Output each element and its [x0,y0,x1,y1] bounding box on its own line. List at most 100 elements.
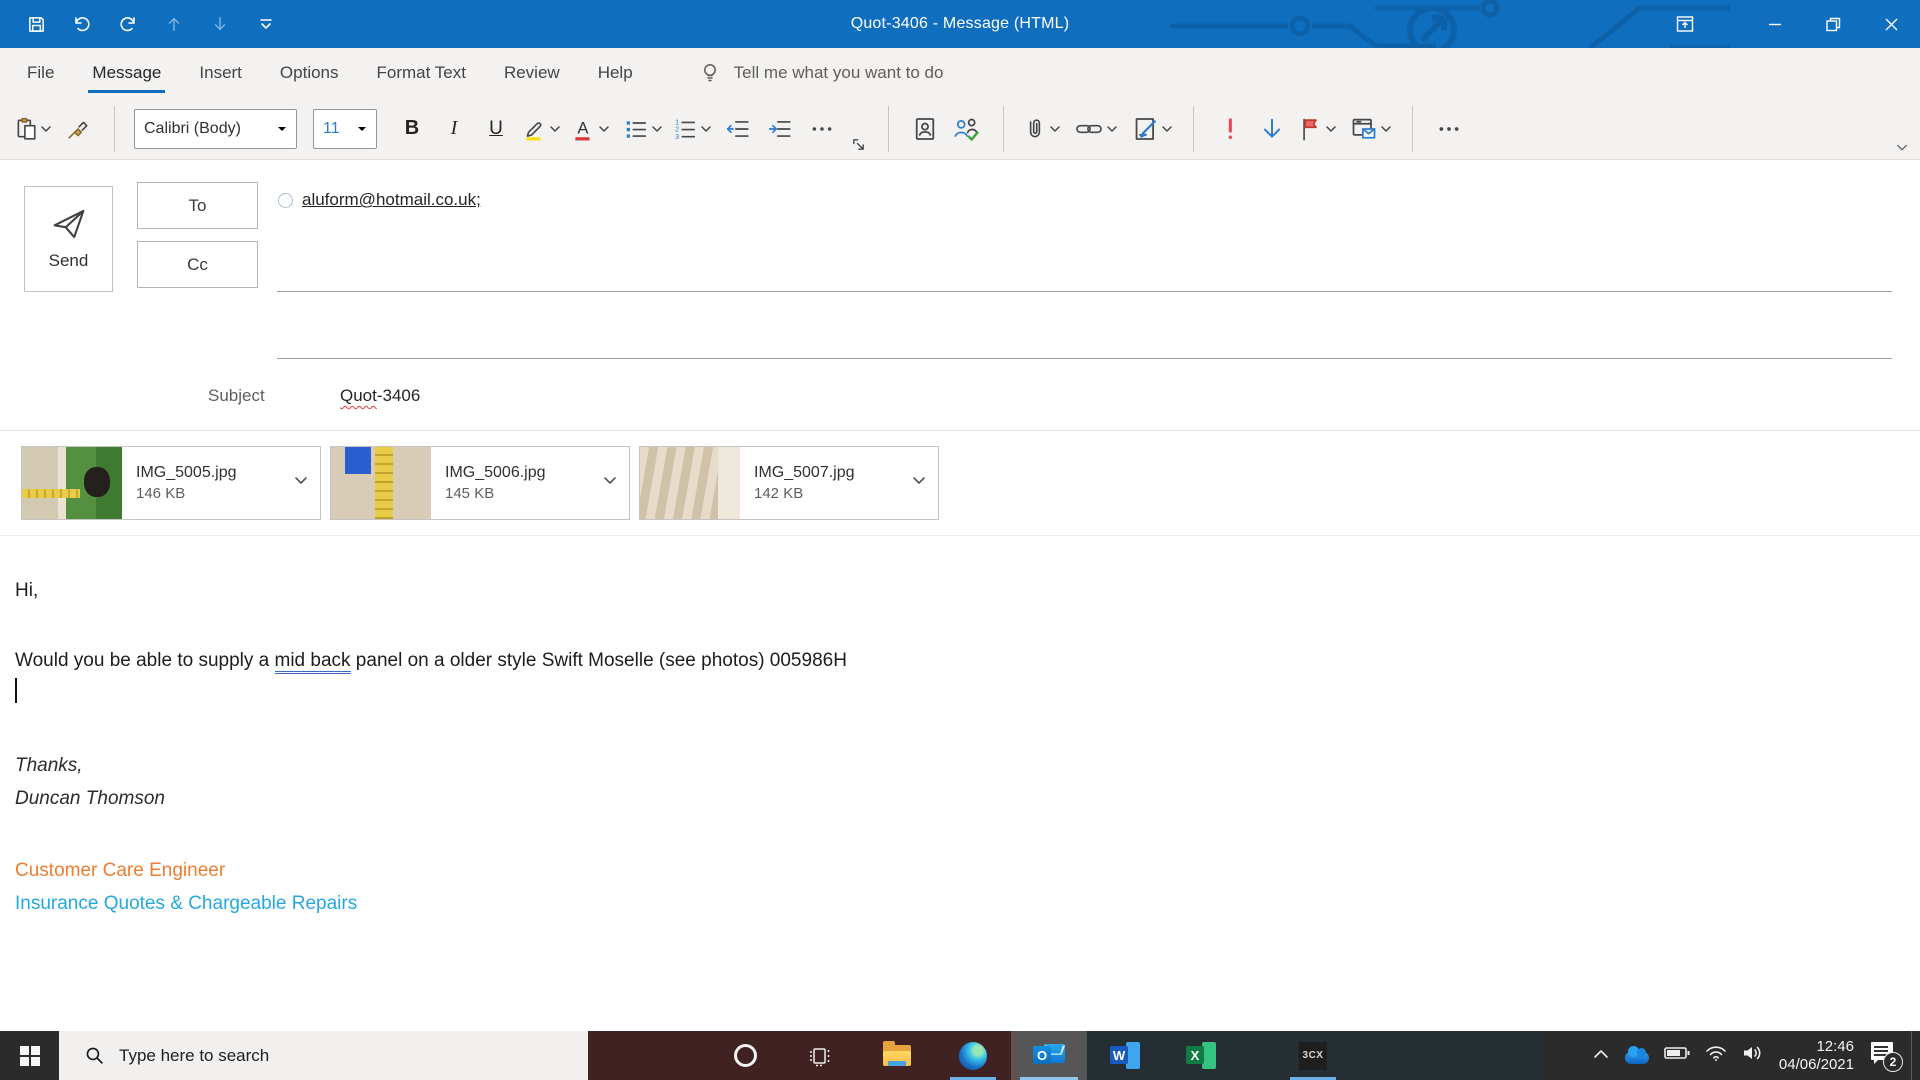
tab-help[interactable]: Help [579,48,652,98]
outlook-button[interactable]: O [1011,1031,1087,1080]
format-painter-icon[interactable] [61,107,95,151]
subject-field[interactable]: Quot-3406 [340,386,420,406]
bullets-button[interactable] [623,107,664,151]
attachment-name: IMG_5007.jpg [754,464,855,481]
low-importance-icon[interactable] [1255,107,1289,151]
tab-insert[interactable]: Insert [180,48,261,98]
close-icon[interactable] [1862,0,1920,48]
word-letter: W [1110,1046,1128,1064]
cc-button[interactable]: Cc [137,241,258,288]
ribbon-display-options-icon[interactable] [1656,0,1714,48]
attach-file-icon[interactable] [1023,107,1062,151]
more-dots-icon[interactable] [805,107,839,151]
attachment-expand-chevron[interactable] [912,473,926,491]
high-importance-icon[interactable] [1213,107,1247,151]
body-question: Would you be able to supply a mid back p… [15,648,1890,674]
attachment-thumbnail [640,447,740,519]
taskbar-clock[interactable]: 12:46 04/06/2021 [1779,1038,1854,1074]
view-templates-icon[interactable] [1350,107,1393,151]
numbering-dropdown-chevron[interactable] [701,125,713,133]
italic-button[interactable]: I [437,107,471,151]
show-desktop-button[interactable] [1911,1031,1920,1080]
bullets-dropdown-chevron[interactable] [652,125,664,133]
body-greeting: Hi, [15,580,39,601]
save-icon[interactable] [26,13,46,35]
task-view-button[interactable] [783,1031,859,1080]
underline-button[interactable]: U [479,107,513,151]
search-input[interactable] [119,1045,499,1066]
onedrive-cloud-icon[interactable] [1624,1045,1649,1064]
minimize-icon[interactable] [1746,0,1804,48]
edge-button[interactable] [935,1031,1011,1080]
highlight-button[interactable] [521,107,562,151]
tab-options[interactable]: Options [261,48,358,98]
ribbon-toolbar: Calibri (Body) 11 B I U A 123 [0,98,1920,159]
customize-qat-icon[interactable] [256,13,276,35]
follow-up-flag-icon[interactable] [1297,107,1338,151]
decrease-indent-icon[interactable] [721,107,755,151]
tell-me-box[interactable]: Tell me what you want to do [700,62,944,84]
attachment-card[interactable]: IMG_5006.jpg 145 KB [330,446,630,520]
recipient-address[interactable]: aluform@hotmail.co.uk; [302,190,481,210]
volume-icon[interactable] [1742,1044,1764,1067]
tab-format-text[interactable]: Format Text [358,48,485,98]
attachment-expand-chevron[interactable] [603,473,617,491]
signature-icon[interactable] [1133,107,1174,151]
link-dropdown-chevron[interactable] [1107,125,1119,133]
attach-dropdown-chevron[interactable] [1050,125,1062,133]
text-cursor [15,678,17,703]
paste-dropdown-chevron[interactable] [41,125,53,133]
check-names-icon[interactable] [950,107,984,151]
body-sender-name: Duncan Thomson [15,788,165,809]
file-explorer-icon [883,1041,911,1066]
link-icon[interactable] [1074,107,1119,151]
to-button[interactable]: To [137,182,258,229]
flag-dropdown-chevron[interactable] [1326,125,1338,133]
attachment-name: IMG_5005.jpg [136,464,237,481]
collapse-ribbon-icon[interactable] [1896,143,1908,153]
templates-dropdown-chevron[interactable] [1381,125,1393,133]
font-name-dropdown[interactable]: Calibri (Body) [134,108,297,149]
numbering-button[interactable]: 123 [672,107,713,151]
bold-button[interactable]: B [395,107,429,151]
tab-file[interactable]: File [8,48,73,98]
increase-indent-icon[interactable] [763,107,797,151]
font-color-dropdown-chevron[interactable] [599,125,611,133]
attachment-card[interactable]: IMG_5007.jpg 142 KB [639,446,939,520]
to-field[interactable]: aluform@hotmail.co.uk; [278,186,481,214]
tray-chevron-icon[interactable] [1592,1047,1610,1065]
dialog-launcher-icon[interactable] [847,129,869,159]
start-button[interactable] [0,1031,59,1080]
attachment-card[interactable]: IMG_5005.jpg 146 KB [21,446,321,520]
tab-review[interactable]: Review [485,48,579,98]
highlight-dropdown-chevron[interactable] [550,125,562,133]
cortana-icon [733,1044,757,1067]
cc-field-underline[interactable] [277,358,1892,359]
tab-message[interactable]: Message [73,48,180,98]
attachment-name: IMG_5006.jpg [445,464,546,481]
file-explorer-button[interactable] [859,1031,935,1080]
tell-me-label: Tell me what you want to do [733,63,944,82]
undo-icon[interactable] [72,13,92,35]
address-book-icon[interactable] [908,107,942,151]
battery-icon[interactable] [1664,1046,1690,1065]
signature-dropdown-chevron[interactable] [1162,125,1174,133]
wifi-icon[interactable] [1705,1044,1727,1067]
font-color-button[interactable]: A [570,107,611,151]
taskbar-search[interactable] [59,1031,588,1080]
excel-button[interactable]: X [1163,1031,1239,1080]
action-center-icon[interactable]: 2 [1869,1040,1903,1072]
taskbar-apps: O W X 3CX [707,1031,1349,1080]
restore-icon[interactable] [1804,0,1862,48]
font-name-value: Calibri (Body) [144,119,241,137]
send-button[interactable]: Send [24,186,113,292]
paste-button[interactable] [14,107,53,151]
attachment-expand-chevron[interactable] [294,473,308,491]
redo-icon[interactable] [118,13,138,35]
3cx-button[interactable]: 3CX [1277,1031,1349,1080]
cortana-button[interactable] [707,1031,783,1080]
message-body[interactable]: Hi, Would you be able to supply a mid ba… [0,536,1920,917]
overflow-icon[interactable] [1432,107,1466,151]
word-button[interactable]: W [1087,1031,1163,1080]
font-size-dropdown[interactable]: 11 [313,108,377,149]
